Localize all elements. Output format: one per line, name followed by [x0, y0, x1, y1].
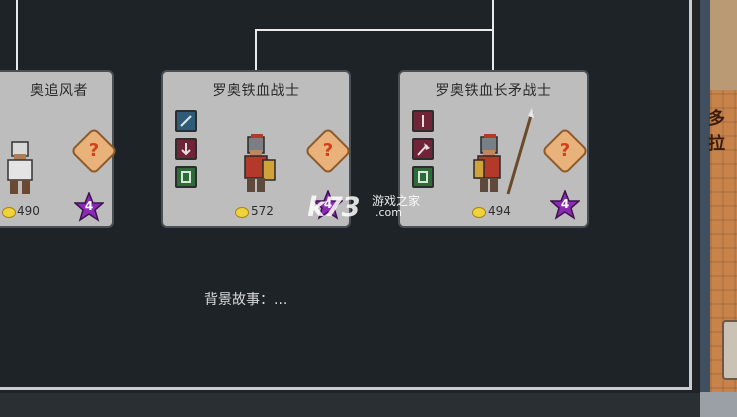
gold-coin-icon: [472, 207, 486, 218]
unit-card[interactable]: 罗奥铁血长矛战士 ? 494 4: [398, 70, 590, 228]
unit-gold-cost: 494: [488, 204, 511, 218]
connector-line: [255, 29, 257, 71]
axe-icon: [417, 143, 430, 156]
armor-slot[interactable]: [412, 138, 434, 160]
connector-line: [255, 29, 494, 31]
side-text: 多拉: [708, 109, 725, 154]
ring-icon: [181, 171, 191, 183]
question-icon: ?: [88, 140, 100, 161]
unit-sprite: [244, 134, 276, 192]
question-icon: ?: [322, 140, 334, 161]
unit-level: 4: [560, 197, 570, 211]
gold-coin-icon: [2, 207, 16, 218]
gold-coin-icon: [235, 207, 249, 218]
question-icon: ?: [559, 140, 571, 161]
unit-sprite: [7, 141, 33, 194]
side-button[interactable]: [722, 320, 737, 380]
spear-icon: [422, 115, 424, 127]
side-bottom-stone: [700, 392, 737, 417]
unit-name: 罗奥铁血战士: [212, 83, 300, 99]
panel-footer: [0, 393, 737, 417]
weapon-slot[interactable]: [175, 110, 197, 132]
item-slot[interactable]: [175, 166, 197, 188]
unit-sprite: [473, 108, 534, 195]
sword-icon: [180, 115, 192, 127]
backstory-label: 背景故事：...: [204, 292, 288, 308]
item-slot[interactable]: [412, 166, 434, 188]
watermark-domain: .com: [375, 206, 402, 219]
ring-icon: [418, 171, 428, 183]
connector-line: [16, 0, 18, 71]
unit-card[interactable]: 奥追风者 ? 490 4: [0, 70, 119, 228]
unit-gold-cost: 572: [251, 204, 274, 218]
unit-level: 4: [84, 199, 94, 213]
armor-slot[interactable]: [175, 138, 197, 160]
side-wall-top: [710, 0, 737, 90]
unit-name: 罗奥铁血长矛战士: [435, 83, 552, 99]
unit-gold-cost: 490: [17, 204, 40, 218]
arrow-down-icon: [181, 143, 191, 156]
unit-name: 奥追风者: [30, 83, 88, 99]
weapon-slot[interactable]: [412, 110, 434, 132]
connector-line: [492, 0, 494, 71]
watermark-logo: k73: [307, 192, 361, 223]
